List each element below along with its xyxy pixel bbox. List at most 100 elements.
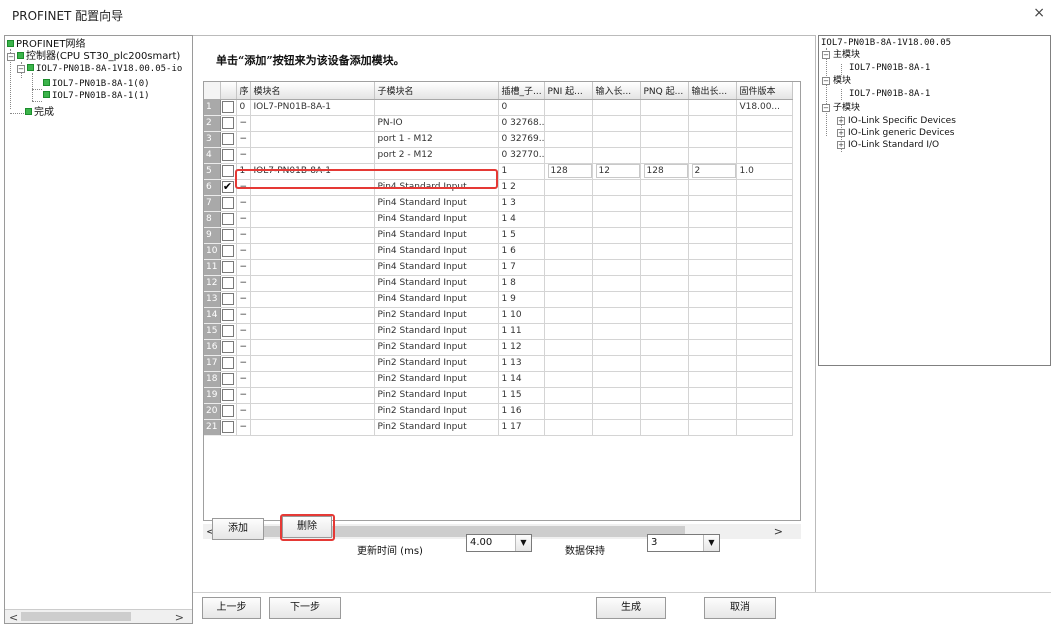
- cell-slot[interactable]: 1 17: [498, 419, 545, 436]
- cell-module[interactable]: IOL7-PN01B-8A-1: [250, 163, 375, 180]
- cell-pni-start[interactable]: [544, 115, 593, 132]
- cell-seq[interactable]: −: [236, 291, 251, 308]
- table-row[interactable]: 6 ✔ − Pin4 Standard Input 1 2: [204, 179, 793, 196]
- cell-submodule[interactable]: [374, 99, 499, 116]
- row-number[interactable]: 21: [204, 419, 221, 436]
- row-number[interactable]: 1: [204, 99, 221, 116]
- row-checkbox[interactable]: [221, 116, 234, 129]
- cell-input-length[interactable]: [592, 403, 641, 420]
- column-header-pni-start[interactable]: PNI 起...: [544, 82, 593, 100]
- cell-seq[interactable]: −: [236, 275, 251, 292]
- cell-seq[interactable]: −: [236, 371, 251, 388]
- chevron-down-icon[interactable]: ▼: [515, 535, 531, 551]
- cell-firmware[interactable]: [736, 195, 793, 212]
- catalog-item-io-link-standard[interactable]: + IO-Link Standard I/O: [837, 140, 939, 151]
- cell-input-length[interactable]: 12: [592, 163, 641, 180]
- cell-slot[interactable]: 1 8: [498, 275, 545, 292]
- row-checkbox[interactable]: [221, 164, 234, 177]
- row-checkbox[interactable]: [221, 324, 234, 337]
- cancel-button[interactable]: 取消: [704, 597, 776, 619]
- cell-slot[interactable]: 1 6: [498, 243, 545, 260]
- cell-firmware[interactable]: [736, 323, 793, 340]
- catalog-item-module-device[interactable]: IOL7-PN01B-8A-1: [849, 89, 930, 100]
- cell-seq[interactable]: −: [236, 307, 251, 324]
- cell-firmware[interactable]: V18.00...: [736, 99, 793, 116]
- row-checkbox[interactable]: [221, 148, 234, 161]
- column-header-module[interactable]: 模块名: [250, 82, 375, 100]
- tree-item-device-child-1[interactable]: IOL7-PN01B-8A-1(1): [43, 90, 150, 102]
- cell-output-length[interactable]: [688, 275, 737, 292]
- cell-pnq-start[interactable]: [640, 243, 689, 260]
- cell-submodule[interactable]: Pin4 Standard Input: [374, 291, 499, 308]
- cell-slot[interactable]: 1 15: [498, 387, 545, 404]
- cell-submodule[interactable]: PN-IO: [374, 115, 499, 132]
- cell-submodule[interactable]: Pin2 Standard Input: [374, 403, 499, 420]
- catalog-item-module[interactable]: − 模块: [822, 76, 851, 87]
- cell-pni-start[interactable]: [544, 307, 593, 324]
- cell-pnq-start[interactable]: [640, 403, 689, 420]
- cell-input-length[interactable]: [592, 147, 641, 164]
- cell-submodule[interactable]: port 2 - M12: [374, 147, 499, 164]
- collapse-icon[interactable]: −: [17, 65, 25, 73]
- cell-output-length[interactable]: [688, 371, 737, 388]
- cell-module[interactable]: [250, 243, 375, 260]
- cell-pni-start[interactable]: [544, 339, 593, 356]
- cell-submodule[interactable]: Pin2 Standard Input: [374, 387, 499, 404]
- cell-firmware[interactable]: [736, 243, 793, 260]
- cell-submodule[interactable]: port 1 - M12: [374, 131, 499, 148]
- cell-pnq-start[interactable]: [640, 259, 689, 276]
- cell-output-length[interactable]: [688, 419, 737, 436]
- cell-pni-start[interactable]: [544, 227, 593, 244]
- cell-seq[interactable]: −: [236, 355, 251, 372]
- cell-firmware[interactable]: [736, 339, 793, 356]
- cell-pnq-start[interactable]: [640, 131, 689, 148]
- cell-slot[interactable]: 1 4: [498, 211, 545, 228]
- cell-pni-start[interactable]: [544, 211, 593, 228]
- cell-module[interactable]: [250, 403, 375, 420]
- cell-submodule[interactable]: Pin4 Standard Input: [374, 259, 499, 276]
- row-checkbox[interactable]: [221, 372, 234, 385]
- cell-module[interactable]: [250, 211, 375, 228]
- row-checkbox[interactable]: [221, 276, 234, 289]
- row-number[interactable]: 6: [204, 179, 221, 196]
- cell-pni-start[interactable]: [544, 371, 593, 388]
- cell-output-length[interactable]: [688, 99, 737, 116]
- cell-output-length[interactable]: [688, 211, 737, 228]
- cell-submodule[interactable]: Pin2 Standard Input: [374, 371, 499, 388]
- cell-output-length-editor[interactable]: 2: [691, 164, 735, 178]
- cell-firmware[interactable]: [736, 259, 793, 276]
- cell-firmware[interactable]: [736, 307, 793, 324]
- column-header-submodule[interactable]: 子模块名: [374, 82, 499, 100]
- cell-seq[interactable]: −: [236, 179, 251, 196]
- row-number[interactable]: 3: [204, 131, 221, 148]
- tree-horizontal-scrollbar[interactable]: < >: [5, 609, 192, 623]
- cell-slot[interactable]: 1 9: [498, 291, 545, 308]
- cell-pnq-start[interactable]: [640, 99, 689, 116]
- cell-submodule[interactable]: Pin4 Standard Input: [374, 195, 499, 212]
- catalog-item-main-module-device[interactable]: IOL7-PN01B-8A-1: [849, 63, 930, 74]
- column-header-pnq-start[interactable]: PNQ 起...: [640, 82, 689, 100]
- cell-submodule[interactable]: Pin2 Standard Input: [374, 419, 499, 436]
- table-row[interactable]: 8− Pin4 Standard Input 1 4: [204, 211, 793, 228]
- cell-pnq-start[interactable]: [640, 211, 689, 228]
- cell-pni-start[interactable]: [544, 419, 593, 436]
- expand-icon[interactable]: +: [837, 141, 845, 149]
- cell-slot[interactable]: 0: [498, 99, 545, 116]
- catalog-item-submodule[interactable]: − 子模块: [822, 103, 860, 114]
- cell-submodule[interactable]: [374, 163, 499, 180]
- column-header-input-length[interactable]: 输入长...: [592, 82, 641, 100]
- cell-slot[interactable]: 1: [498, 163, 545, 180]
- cell-pnq-start[interactable]: [640, 275, 689, 292]
- cell-slot[interactable]: 1 13: [498, 355, 545, 372]
- cell-output-length[interactable]: [688, 387, 737, 404]
- row-number[interactable]: 9: [204, 227, 221, 244]
- table-row[interactable]: 9− Pin4 Standard Input 1 5: [204, 227, 793, 244]
- table-row[interactable]: 1 0 IOL7-PN01B-8A-1 0 V18.00...: [204, 99, 793, 116]
- cell-seq[interactable]: −: [236, 211, 251, 228]
- cell-pnq-start[interactable]: [640, 291, 689, 308]
- cell-output-length[interactable]: [688, 131, 737, 148]
- table-row[interactable]: 20− Pin2 Standard Input 1 16: [204, 403, 793, 420]
- cell-seq[interactable]: −: [236, 195, 251, 212]
- row-checkbox[interactable]: [221, 244, 234, 257]
- cell-pni-start[interactable]: [544, 195, 593, 212]
